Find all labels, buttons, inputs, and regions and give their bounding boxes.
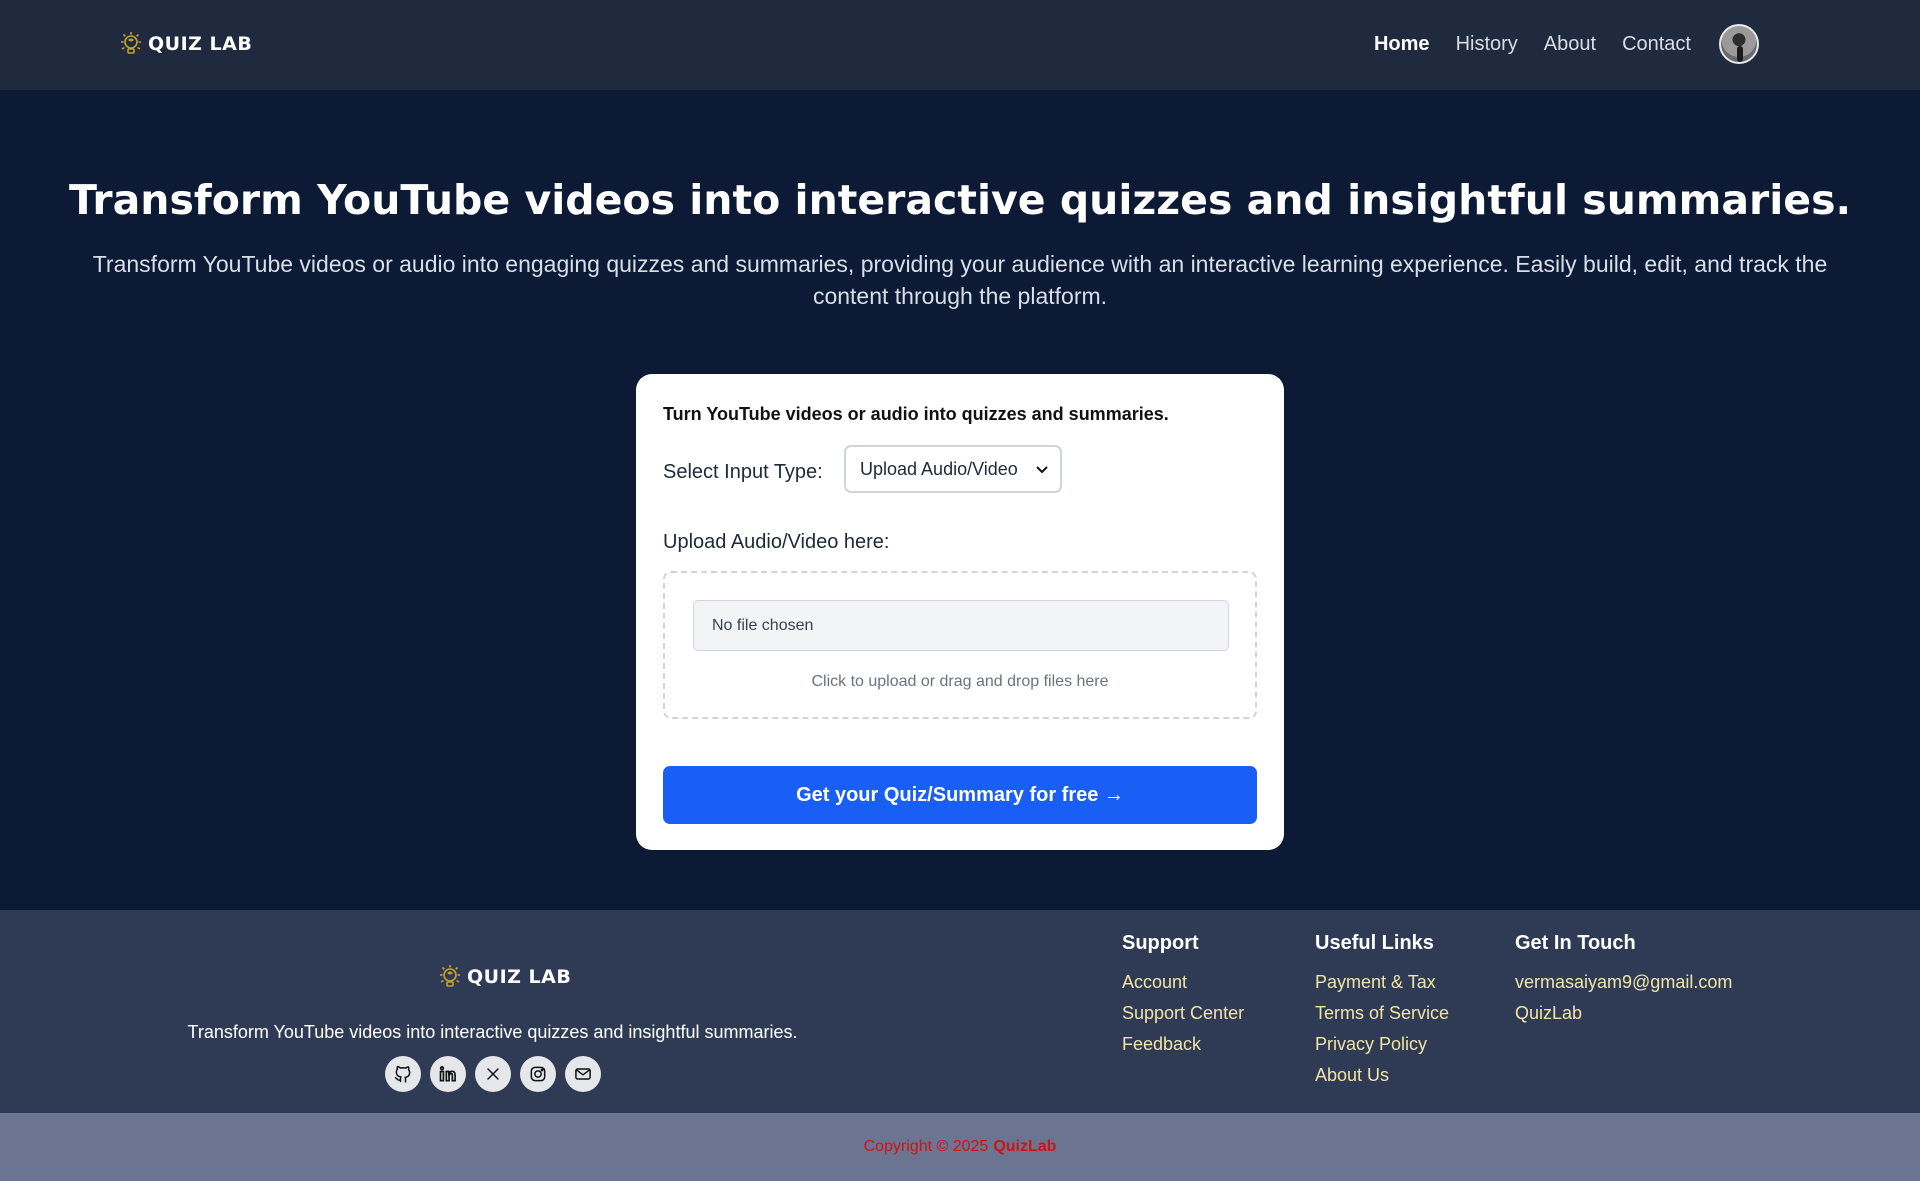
footer-link-about-us[interactable]: About Us	[1315, 1060, 1449, 1091]
linkedin-icon[interactable]	[430, 1056, 466, 1092]
footer-support-column: Support Account Support Center Feedback	[1122, 932, 1244, 1060]
copyright-text: Copyright © 2025	[863, 1138, 989, 1155]
footer-link-quizlab[interactable]: QuizLab	[1515, 998, 1732, 1029]
hero-title: Transform YouTube videos into interactiv…	[68, 176, 1852, 224]
footer-link-privacy[interactable]: Privacy Policy	[1315, 1029, 1449, 1060]
header-logo[interactable]: QUIZ LAB	[118, 31, 252, 57]
footer-logo-text: QUIZ LAB	[467, 966, 572, 988]
hero-subtitle: Transform YouTube videos or audio into e…	[92, 251, 1828, 309]
quiz-generator-card: Turn YouTube videos or audio into quizze…	[636, 374, 1284, 850]
nav-contact[interactable]: Contact	[1622, 33, 1691, 56]
main-nav: Home History About Contact	[1348, 24, 1759, 64]
user-avatar[interactable]	[1719, 24, 1759, 64]
footer-link-account[interactable]: Account	[1122, 967, 1244, 998]
github-icon[interactable]	[385, 1056, 421, 1092]
footer-link-feedback[interactable]: Feedback	[1122, 1029, 1244, 1060]
footer-link-support-center[interactable]: Support Center	[1122, 998, 1244, 1029]
card-title: Turn YouTube videos or audio into quizze…	[663, 404, 1169, 424]
brain-bulb-icon	[121, 32, 141, 54]
upload-label: Upload Audio/Video here:	[663, 531, 890, 553]
footer-link-payment-tax[interactable]: Payment & Tax	[1315, 967, 1449, 998]
footer: QUIZ LAB Transform YouTube videos into i…	[0, 910, 1920, 1113]
copyright-bar: Copyright © 2025 QuizLab	[0, 1113, 1920, 1181]
footer-link-email[interactable]: vermasaiyam9@gmail.com	[1515, 967, 1732, 998]
footer-tagline: Transform YouTube videos into interactiv…	[187, 1022, 798, 1042]
input-type-value: Upload Audio/Video	[860, 458, 1018, 479]
copyright-brand[interactable]: QuizLab	[993, 1138, 1056, 1156]
instagram-icon[interactable]	[520, 1056, 556, 1092]
footer-useful-links-column: Useful Links Payment & Tax Terms of Serv…	[1315, 932, 1449, 1091]
file-input[interactable]: No file chosen	[693, 600, 1229, 651]
brain-bulb-icon	[440, 965, 460, 987]
chevron-down-icon	[1036, 461, 1048, 477]
footer-link-terms[interactable]: Terms of Service	[1315, 998, 1449, 1029]
x-icon[interactable]	[475, 1056, 511, 1092]
nav-history[interactable]: History	[1456, 33, 1518, 56]
support-heading: Support	[1122, 932, 1199, 954]
drop-hint: Click to upload or drag and drop files h…	[811, 673, 1109, 690]
footer-contact-column: Get In Touch vermasaiyam9@gmail.com Quiz…	[1515, 932, 1732, 1029]
nav-home[interactable]: Home	[1374, 33, 1430, 56]
useful-links-heading: Useful Links	[1315, 932, 1434, 954]
input-type-select[interactable]: Upload Audio/Video	[844, 445, 1062, 493]
footer-logo[interactable]: QUIZ LAB	[437, 964, 571, 990]
nav-about[interactable]: About	[1544, 33, 1596, 56]
social-links	[385, 1056, 601, 1092]
top-navbar: QUIZ LAB Home History About Contact	[0, 0, 1920, 90]
file-status: No file chosen	[712, 616, 814, 634]
contact-heading: Get In Touch	[1515, 932, 1636, 954]
file-dropzone[interactable]: No file chosen Click to upload or drag a…	[663, 571, 1257, 719]
input-type-label: Select Input Type:	[663, 461, 823, 483]
get-quiz-button[interactable]: Get your Quiz/Summary for free →	[663, 766, 1257, 824]
mail-icon[interactable]	[565, 1056, 601, 1092]
logo-text: QUIZ LAB	[148, 33, 253, 55]
